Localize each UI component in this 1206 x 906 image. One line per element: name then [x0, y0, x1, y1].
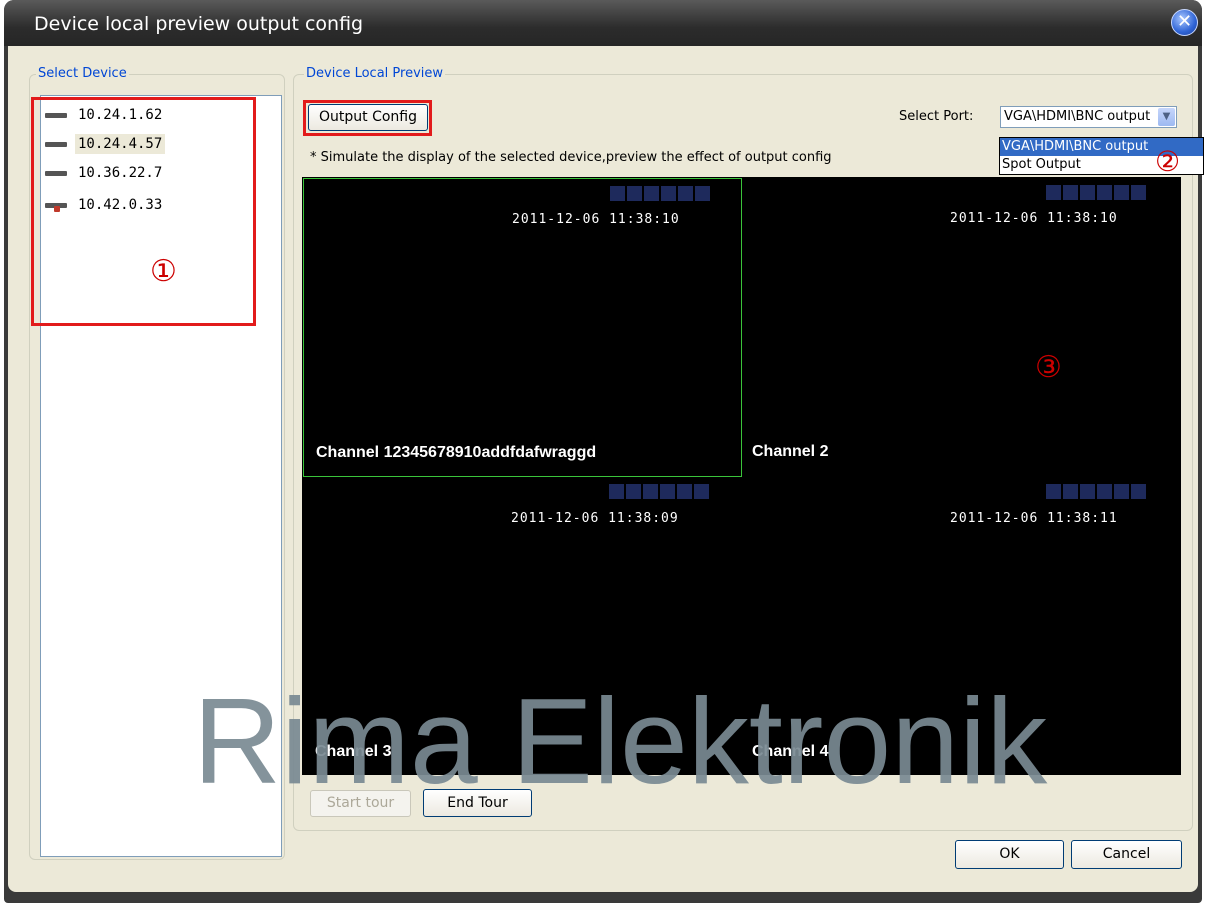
toolbar-square-icon[interactable] [695, 186, 710, 201]
toolbar-square-icon[interactable] [1114, 185, 1129, 200]
cell-toolbar [1046, 484, 1146, 499]
toolbar-square-icon[interactable] [627, 186, 642, 201]
annotation-marker-3: ③ [1035, 350, 1062, 385]
window-title: Device local preview output config [34, 13, 364, 35]
toolbar-square-icon[interactable] [1046, 185, 1061, 200]
toolbar-square-icon[interactable] [609, 484, 624, 499]
channel-timestamp: 2011-12-06 11:38:10 [950, 211, 1118, 226]
cell-toolbar [610, 186, 710, 201]
toolbar-square-icon[interactable] [660, 484, 675, 499]
toolbar-square-icon[interactable] [677, 484, 692, 499]
toolbar-square-icon[interactable] [1131, 484, 1146, 499]
preview-cell-2[interactable]: 2011-12-06 11:38:10 Channel 2 [742, 178, 1181, 477]
select-port-label: Select Port: [899, 109, 974, 124]
close-icon[interactable]: ✕ [1171, 9, 1198, 36]
cell-toolbar [609, 484, 709, 499]
channel-name: Channel 2 [752, 443, 829, 460]
toolbar-square-icon[interactable] [610, 186, 625, 201]
annotation-box-output-config [303, 100, 432, 136]
toolbar-square-icon[interactable] [1097, 484, 1112, 499]
watermark-text: Rima Elektronik [193, 673, 1048, 809]
channel-name: Channel 12345678910addfdafwraggd [316, 444, 597, 461]
toolbar-square-icon[interactable] [1131, 185, 1146, 200]
device-local-preview-legend: Device Local Preview [304, 66, 446, 81]
annotation-box-device-list [31, 97, 256, 326]
annotation-marker-1: ① [150, 254, 177, 289]
port-select[interactable]: VGA\HDMI\BNC output ▼ [1000, 106, 1177, 128]
toolbar-square-icon[interactable] [1114, 484, 1129, 499]
toolbar-square-icon[interactable] [643, 484, 658, 499]
toolbar-square-icon[interactable] [1046, 484, 1061, 499]
toolbar-square-icon[interactable] [1063, 185, 1078, 200]
channel-timestamp: 2011-12-06 11:38:11 [950, 511, 1118, 526]
channel-timestamp: 2011-12-06 11:38:10 [512, 212, 680, 227]
toolbar-square-icon[interactable] [678, 186, 693, 201]
annotation-marker-2: ② [1155, 145, 1181, 178]
title-bar[interactable]: Device local preview output config ✕ [4, 0, 1202, 46]
toolbar-square-icon[interactable] [1063, 484, 1078, 499]
toolbar-square-icon[interactable] [1080, 484, 1095, 499]
channel-timestamp: 2011-12-06 11:38:09 [511, 511, 679, 526]
toolbar-square-icon[interactable] [1080, 185, 1095, 200]
cell-toolbar [1046, 185, 1146, 200]
ok-button[interactable]: OK [955, 840, 1064, 869]
select-device-legend: Select Device [36, 66, 129, 81]
toolbar-square-icon[interactable] [694, 484, 709, 499]
port-select-value: VGA\HDMI\BNC output [1004, 109, 1151, 124]
preview-cell-1[interactable]: 2011-12-06 11:38:10 Channel 12345678910a… [303, 178, 742, 477]
simulate-note: * Simulate the display of the selected d… [310, 150, 832, 165]
chevron-down-icon[interactable]: ▼ [1158, 108, 1175, 126]
toolbar-square-icon[interactable] [644, 186, 659, 201]
cancel-button[interactable]: Cancel [1071, 840, 1182, 869]
toolbar-square-icon[interactable] [661, 186, 676, 201]
toolbar-square-icon[interactable] [626, 484, 641, 499]
toolbar-square-icon[interactable] [1097, 185, 1112, 200]
